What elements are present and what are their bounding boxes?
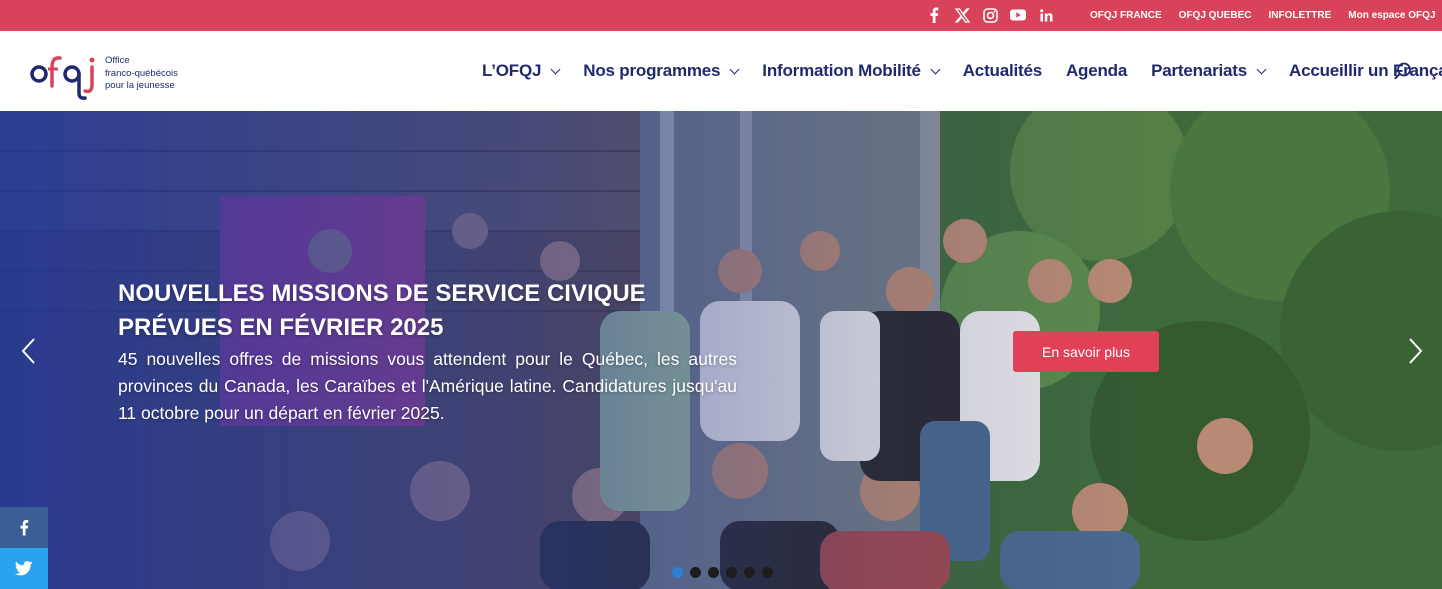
slider-pagination — [672, 567, 773, 578]
mon-espace-dropdown[interactable]: Mon espace OFQJ — [1348, 10, 1442, 21]
facebook-icon[interactable] — [920, 5, 948, 25]
share-twitter-button[interactable] — [0, 548, 48, 589]
youtube-icon[interactable] — [1004, 5, 1032, 25]
nav-label: Agenda — [1065, 61, 1128, 80]
x-twitter-icon[interactable] — [948, 5, 976, 25]
chevron-down-icon — [550, 64, 561, 74]
nav-information-mobilite[interactable]: Information Mobilité — [762, 61, 941, 81]
linkedin-icon[interactable] — [1032, 5, 1060, 25]
chevron-down-icon — [930, 64, 941, 74]
nav-label: L’OFQJ — [482, 61, 542, 80]
nav-label: Actualités — [962, 61, 1042, 80]
next-slide-arrow-icon[interactable] — [1404, 337, 1426, 365]
nav-partenariats[interactable]: Partenariats — [1151, 61, 1267, 81]
logo-line: pour la jeunesse — [105, 80, 175, 91]
nav-nos-programmes[interactable]: Nos programmes — [583, 61, 740, 81]
share-facebook-button[interactable] — [0, 507, 48, 548]
nav-label: Information Mobilité — [762, 61, 921, 80]
hero-title-line: PRÉVUES EN FÉVRIER 2025 — [118, 314, 444, 341]
instagram-icon[interactable] — [976, 5, 1004, 25]
top-bar: OFQJ FRANCE OFQJ QUEBEC INFOLETTRE Mon e… — [0, 0, 1442, 31]
facebook-icon — [20, 520, 29, 536]
prev-slide-arrow-icon[interactable] — [18, 337, 40, 365]
twitter-bird-icon — [15, 561, 33, 576]
nav-actualites[interactable]: Actualités — [963, 61, 1042, 81]
slide-dot[interactable] — [744, 567, 755, 578]
site-header: Office franco-québécois pour la jeunesse… — [0, 31, 1442, 111]
ofqj-logo[interactable]: Office franco-québécois pour la jeunesse — [30, 41, 190, 101]
nav-label: Partenariats — [1151, 61, 1247, 80]
slide-dot[interactable] — [762, 567, 773, 578]
nav-label: Nos programmes — [583, 61, 721, 80]
nav-agenda[interactable]: Agenda — [1066, 61, 1127, 81]
link-ofqj-quebec[interactable]: OFQJ QUEBEC — [1179, 10, 1252, 21]
slide-dot[interactable] — [726, 567, 737, 578]
logo-line: franco-québécois — [105, 67, 178, 79]
top-links: OFQJ FRANCE OFQJ QUEBEC INFOLETTRE Mon e… — [1090, 0, 1442, 31]
social-links — [920, 5, 1060, 25]
chevron-down-icon — [729, 64, 740, 74]
ofqj-logo-mark — [30, 56, 95, 100]
chevron-down-icon — [1256, 64, 1267, 74]
nav-lofqj[interactable]: L’OFQJ — [482, 61, 561, 81]
main-nav: L’OFQJ Nos programmes Information Mobili… — [482, 31, 1442, 111]
nav-label: Accueillir un Français — [1289, 61, 1442, 80]
hero-title-line: NOUVELLES MISSIONS DE SERVICE CIVIQUE — [118, 280, 646, 307]
hero-title: NOUVELLES MISSIONS DE SERVICE CIVIQUE PR… — [118, 277, 738, 345]
mon-espace-label: Mon espace OFQJ — [1348, 10, 1436, 21]
link-ofqj-france[interactable]: OFQJ FRANCE — [1090, 10, 1162, 21]
slide-dot[interactable] — [708, 567, 719, 578]
slide-dot[interactable] — [690, 567, 701, 578]
logo-line: Office — [105, 55, 130, 66]
slide-dot[interactable] — [672, 567, 683, 578]
logo-wordmark: Office franco-québécois pour la jeunesse — [105, 55, 178, 93]
link-infolettre[interactable]: INFOLETTRE — [1268, 10, 1331, 21]
hero-description: 45 nouvelles offres de missions vous att… — [118, 349, 737, 423]
search-icon[interactable] — [1394, 62, 1412, 80]
nav-accueillir-un-francais[interactable]: Accueillir un Français — [1289, 61, 1442, 81]
en-savoir-plus-button[interactable]: En savoir plus — [1013, 331, 1159, 372]
hero-slider: NOUVELLES MISSIONS DE SERVICE CIVIQUE PR… — [0, 111, 1442, 589]
